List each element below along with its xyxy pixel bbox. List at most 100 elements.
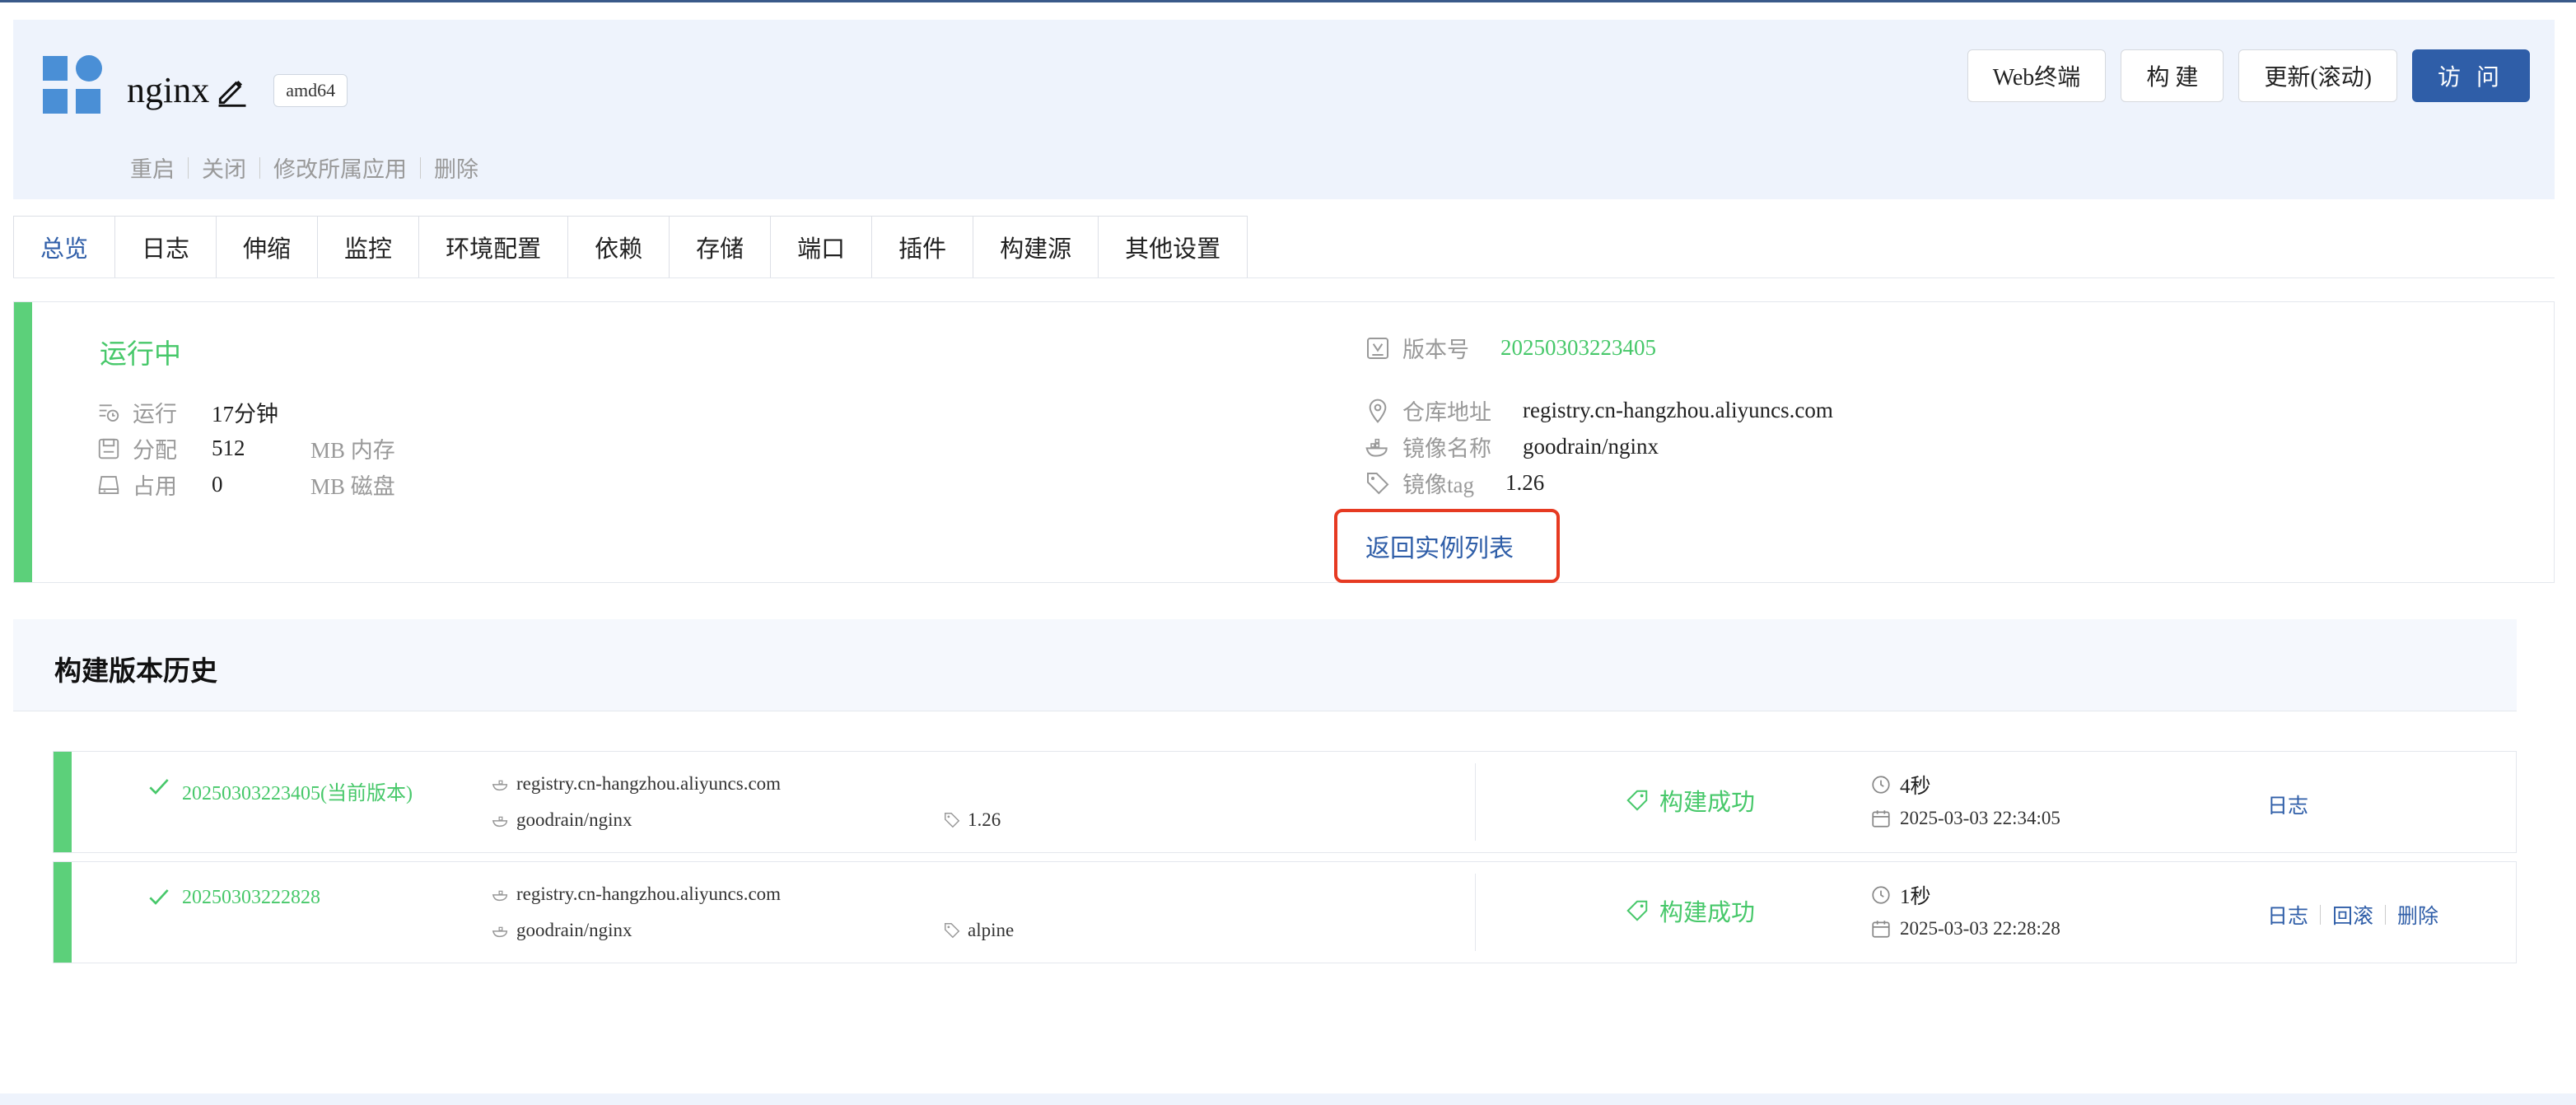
divider	[1475, 874, 1476, 951]
close-link[interactable]: 关闭	[202, 152, 246, 184]
row-actions: 日志 回滚 删除	[2267, 900, 2438, 930]
build-status: 构建成功	[1625, 893, 1755, 928]
docker-whale-icon	[1365, 438, 1388, 457]
alloc-value: 512	[212, 436, 245, 460]
app-header: nginx amd64 重启 关闭 修改所属应用 删除 Web终端 构 建 更新…	[13, 20, 2555, 199]
delete-link[interactable]: 删除	[434, 152, 478, 184]
app-name: nginx	[127, 70, 210, 110]
row-status-bar	[54, 862, 72, 963]
change-app-link[interactable]: 修改所属应用	[273, 152, 407, 184]
row-status-bar	[54, 752, 72, 852]
metric-allocated: 分配 512 MB 内存	[96, 432, 395, 464]
row-actions: 日志	[2267, 790, 2308, 819]
check-icon	[149, 779, 169, 795]
info-repo: 仓库地址 registry.cn-hangzhou.aliyuncs.com	[1365, 394, 1833, 427]
image-info: goodrain/nginx	[492, 809, 632, 831]
divider	[188, 156, 189, 179]
date-value: 2025-03-03 22:28:28	[1900, 918, 2060, 939]
info-tag: 镜像tag 1.26	[1365, 467, 1544, 499]
tab-storage[interactable]: 存储	[669, 216, 771, 278]
log-link[interactable]: 日志	[2267, 790, 2308, 819]
used-label: 占用	[133, 474, 177, 499]
history-row: 20250303222828 registry.cn-hangzhou.aliy…	[53, 861, 2517, 963]
build-history-header: 构建版本历史	[13, 619, 2517, 711]
top-border	[0, 0, 2576, 2]
calendar-icon	[1872, 810, 1890, 828]
build-history-title: 构建版本历史	[54, 657, 217, 687]
docker-whale-icon	[492, 816, 508, 828]
check-icon	[149, 889, 169, 905]
tag-value: alpine	[968, 920, 1015, 940]
alloc-unit: MB 内存	[310, 438, 395, 463]
status-panel: 运行中 运行 17分钟 分配 512 MB 内存 占用 0 MB 磁盘 版本号 …	[13, 301, 2555, 583]
tag-label: 镜像tag	[1402, 473, 1474, 497]
log-link[interactable]: 日志	[2267, 900, 2308, 930]
registry-info: registry.cn-hangzhou.aliyuncs.com	[492, 773, 781, 795]
tab-logs[interactable]: 日志	[114, 216, 217, 278]
version-label: 版本号	[1402, 338, 1469, 362]
run-value: 17分钟	[212, 402, 278, 427]
restart-link[interactable]: 重启	[130, 152, 175, 184]
docker-whale-icon	[492, 780, 508, 791]
delete-version-link[interactable]: 删除	[2397, 900, 2438, 930]
metric-run-time: 运行 17分钟	[96, 396, 310, 428]
used-value: 0	[212, 472, 223, 497]
clock-icon	[1872, 886, 1890, 904]
price-tag-icon	[1626, 900, 1648, 921]
tab-ports[interactable]: 端口	[770, 216, 872, 278]
disk-icon	[98, 475, 119, 494]
web-terminal-button[interactable]: Web终端	[1967, 49, 2107, 102]
image-value: goodrain/nginx	[1523, 434, 1659, 459]
tab-overview[interactable]: 总览	[13, 216, 115, 278]
tab-monitor[interactable]: 监控	[317, 216, 419, 278]
tab-plugins[interactable]: 插件	[871, 216, 973, 278]
back-to-instances-link[interactable]: 返回实例列表	[1334, 509, 1560, 583]
tag-icon	[945, 923, 960, 939]
build-button[interactable]: 构 建	[2121, 49, 2224, 102]
tab-dependencies[interactable]: 依赖	[567, 216, 670, 278]
edit-pencil-icon[interactable]	[214, 72, 250, 109]
arch-badge: amd64	[273, 73, 348, 107]
title-row: nginx amd64	[127, 69, 348, 111]
location-pin-icon	[1369, 399, 1387, 423]
rollback-link[interactable]: 回滚	[2332, 900, 2373, 930]
docker-whale-icon	[492, 926, 508, 938]
used-unit: MB 磁盘	[310, 474, 395, 499]
image-value: goodrain/nginx	[516, 809, 632, 830]
tab-env-config[interactable]: 环境配置	[418, 216, 568, 278]
duration-value: 1秒	[1900, 886, 1931, 908]
tag-value: 1.26	[968, 809, 1001, 830]
metric-used: 占用 0 MB 磁盘	[96, 469, 395, 501]
app-grid-icon	[43, 55, 104, 117]
tag-icon	[945, 813, 960, 828]
image-label: 镜像名称	[1402, 436, 1491, 461]
tag-value: 1.26	[1505, 470, 1545, 495]
bottom-strip	[0, 1093, 2576, 1105]
run-time-icon	[99, 403, 119, 422]
divider	[259, 156, 260, 179]
divider	[2320, 905, 2322, 925]
tag-info: alpine	[943, 920, 1014, 941]
tab-build-source[interactable]: 构建源	[973, 216, 1099, 278]
tabs-underline	[13, 277, 2555, 278]
build-date: 2025-03-03 22:28:28	[1870, 918, 2060, 939]
repo-value: registry.cn-hangzhou.aliyuncs.com	[1523, 398, 1833, 422]
docker-whale-icon	[492, 890, 508, 902]
visit-button[interactable]: 访 问	[2411, 49, 2530, 102]
divider	[420, 156, 421, 179]
rolling-update-button[interactable]: 更新(滚动)	[2238, 49, 2397, 102]
status-indicator-bar	[14, 302, 32, 582]
history-row: 20250303223405(当前版本) registry.cn-hangzho…	[53, 751, 2517, 853]
running-status: 运行中	[100, 340, 181, 370]
build-duration: 4秒	[1870, 770, 1931, 800]
tab-scaling[interactable]: 伸缩	[216, 216, 318, 278]
build-duration: 1秒	[1870, 880, 1931, 910]
info-image: 镜像名称 goodrain/nginx	[1365, 431, 1659, 463]
duration-value: 4秒	[1900, 776, 1931, 798]
divider	[1475, 763, 1476, 841]
version-value: 20250303223405	[1500, 335, 1656, 360]
tab-other-settings[interactable]: 其他设置	[1098, 216, 1248, 278]
build-status-text: 构建成功	[1659, 790, 1756, 816]
build-status: 构建成功	[1625, 783, 1755, 818]
tab-bar: 总览 日志 伸缩 监控 环境配置 依赖 存储 端口 插件 构建源 其他设置	[13, 216, 1248, 278]
